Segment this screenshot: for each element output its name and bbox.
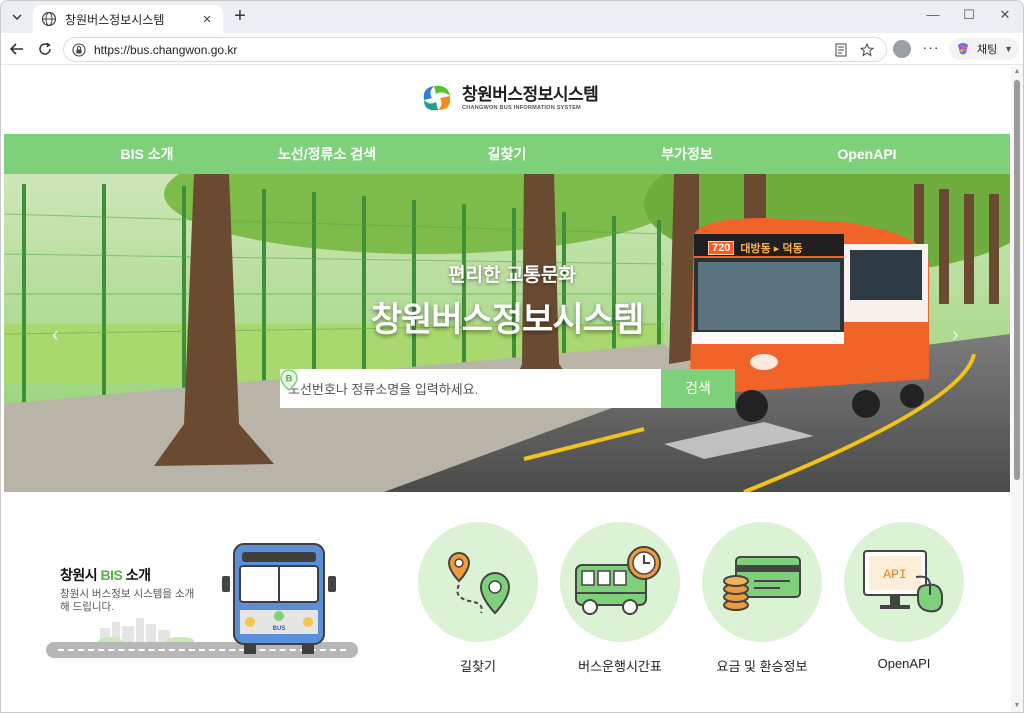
address-bar[interactable]: https://bus.changwon.go.kr [63, 37, 887, 62]
search-placeholder: 노선번호나 정류소명을 입력하세요. [288, 382, 479, 397]
search-button[interactable]: 검색 [661, 369, 735, 408]
quick-link-directions[interactable]: 길찾기 [418, 522, 538, 675]
slide-prev-icon[interactable]: ‹ [52, 324, 59, 347]
site-header: 창원버스정보시스템 CHANGWON BUS INFORMATION SYSTE… [4, 66, 1010, 134]
scroll-thumb[interactable] [1014, 80, 1020, 480]
quick-link-label: 요금 및 환승정보 [716, 659, 808, 674]
quick-link-label: 길찾기 [460, 659, 496, 674]
fare-card-coins-icon [702, 522, 822, 642]
active-tab[interactable]: 창원버스정보시스템 × [33, 5, 223, 33]
minimize-button[interactable]: — [915, 7, 951, 27]
intro-description: 창원시 버스정보 시스템을 소개해 드립니다. [60, 588, 195, 613]
globe-icon [41, 11, 57, 27]
nav-item-route-stop-search[interactable]: 노선/정류소 검색 [237, 134, 417, 174]
site-title: 창원버스정보시스템 [462, 85, 599, 104]
tab-search-chevron-icon[interactable] [7, 8, 27, 26]
reload-icon [39, 42, 51, 55]
site-info-icon[interactable] [72, 42, 86, 57]
api-screen-text: API [883, 567, 906, 582]
bus-route-sign: 720 대방동 ▸ 덕동 [708, 240, 803, 256]
browser-window: 창원버스정보시스템 × + — ☐ ✕ https://bus.changwon… [0, 0, 1024, 713]
bus-route: 대방동 ▸ 덕동 [740, 243, 803, 255]
bus-stop-pin-icon: B [280, 369, 298, 391]
intro-bus-label: BUS [273, 626, 286, 632]
nav-item-extra-info[interactable]: 부가정보 [597, 134, 777, 174]
quick-link-label: OpenAPI [877, 656, 931, 671]
hero-subtitle: 편리한 교통문화 [448, 265, 576, 286]
more-menu-icon[interactable]: ··· [921, 39, 941, 55]
scroll-down-icon[interactable]: ▼ [1013, 702, 1021, 710]
quick-link-bus-timetable[interactable]: 버스운행시간표 [560, 522, 680, 675]
scroll-up-icon[interactable]: ▲ [1013, 68, 1021, 76]
route-map-icon [418, 522, 538, 642]
page-scrollbar[interactable]: ▲ ▼ [1011, 66, 1023, 712]
copilot-icon [958, 43, 968, 55]
close-window-button[interactable]: ✕ [987, 7, 1023, 27]
bus-number: 720 [708, 241, 735, 255]
reader-mode-icon[interactable] [830, 41, 852, 59]
intro-title[interactable]: 창원시 BIS 소개 [60, 565, 151, 585]
favorite-star-icon[interactable] [856, 41, 878, 59]
copilot-chat-button[interactable]: 채팅 ▼ [949, 38, 1019, 60]
copilot-label: 채팅 [977, 44, 998, 56]
hero-title: 창원버스정보시스템 [370, 301, 645, 339]
navigation-bar: https://bus.changwon.go.kr ··· 채팅 ▼ [1, 33, 1023, 65]
changwon-logo-icon [423, 85, 451, 111]
new-tab-button[interactable]: + [229, 6, 251, 27]
hero-banner: 720 대방동 ▸ 덕동 편리한 교통문화 창원버스정보시스템 ‹ › B 노선… [4, 174, 1010, 492]
profile-avatar[interactable] [893, 40, 911, 58]
nav-item-directions[interactable]: 길찾기 [417, 134, 597, 174]
chevron-down-icon: ▼ [1004, 44, 1013, 54]
pin-letter: B [286, 374, 293, 384]
back-arrow-icon [9, 43, 23, 55]
intro-title-suffix: 소개 [122, 567, 151, 583]
slide-next-icon[interactable]: › [952, 324, 959, 347]
site-logo[interactable]: 창원버스정보시스템 CHANGWON BUS INFORMATION SYSTE… [420, 82, 599, 114]
api-monitor-icon: API [844, 522, 964, 642]
back-button[interactable] [5, 38, 29, 60]
close-tab-icon[interactable]: × [199, 11, 215, 28]
web-page: 창원버스정보시스템 CHANGWON BUS INFORMATION SYSTE… [4, 66, 1010, 712]
main-navigation: BIS 소개 노선/정류소 검색 길찾기 부가정보 OpenAPI [4, 134, 1010, 174]
bus-timetable-icon [560, 522, 680, 642]
url-text: https://bus.changwon.go.kr [94, 42, 238, 57]
route-stop-search-input[interactable]: B 노선번호나 정류소명을 입력하세요. [280, 369, 661, 408]
intro-title-prefix: 창원시 [60, 567, 101, 583]
quick-link-label: 버스운행시간표 [578, 659, 662, 674]
site-subtitle: CHANGWON BUS INFORMATION SYSTEM [462, 105, 581, 111]
maximize-button[interactable]: ☐ [951, 7, 987, 27]
tab-strip: 창원버스정보시스템 × + — ☐ ✕ [1, 1, 1023, 33]
reload-button[interactable] [33, 38, 57, 60]
intro-title-bis: BIS [100, 567, 123, 583]
nav-item-bis-intro[interactable]: BIS 소개 [57, 134, 237, 174]
intro-bus-icon[interactable]: BUS [220, 540, 338, 656]
quick-link-openapi[interactable]: API OpenAPI [844, 522, 964, 671]
nav-item-openapi[interactable]: OpenAPI [777, 134, 957, 174]
intro-section: BUS 창원시 BIS 소개 창원시 버스정보 시스템을 소개해 드립니다. 길… [4, 492, 1010, 712]
quick-link-fare-transfer[interactable]: 요금 및 환승정보 [702, 522, 822, 675]
tab-title: 창원버스정보시스템 [65, 12, 165, 27]
